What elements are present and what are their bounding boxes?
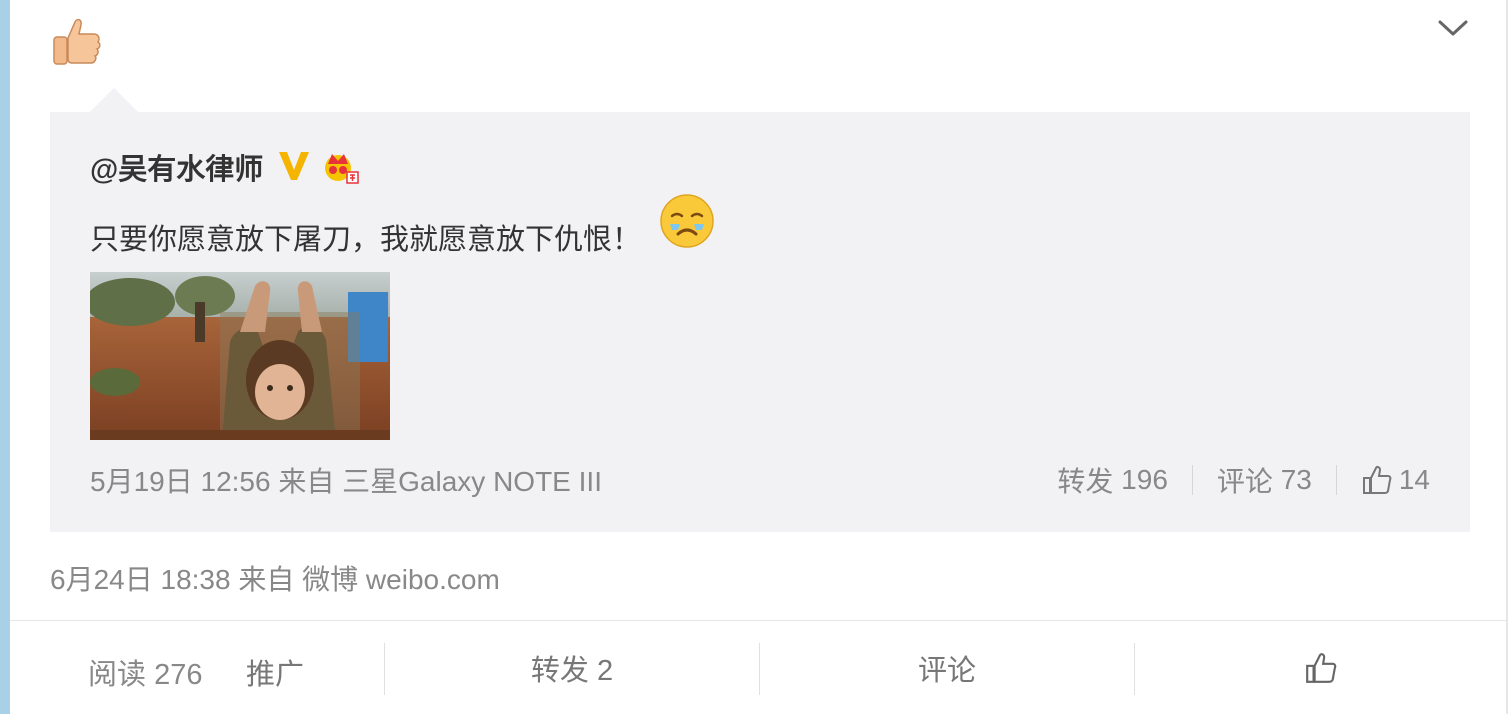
read-label: 阅读: [88, 659, 147, 691]
post-meta: 6月24日 18:38 来自 微博 weibo.com: [50, 558, 500, 598]
post-source[interactable]: 微博 weibo.com: [302, 564, 500, 595]
post-footer: 阅读 276 推广 转发 2 评论: [10, 620, 1506, 715]
post-timestamp[interactable]: 6月24日 18:38: [50, 564, 231, 595]
like-icon: [1305, 653, 1336, 683]
quote-pointer: [90, 88, 138, 112]
left-edge-strip: [0, 0, 10, 714]
quoted-timestamp[interactable]: 5月19日 12:56: [90, 466, 271, 497]
divider: [1191, 465, 1193, 495]
quoted-comment-count: 73: [1280, 464, 1312, 495]
quoted-source[interactable]: 三星Galaxy NOTE III: [342, 466, 602, 497]
quoted-repost-button[interactable]: 转发 196: [1057, 460, 1168, 500]
post-from-label: 来自: [238, 564, 295, 595]
quoted-post-meta: 5月19日 12:56 来自 三星Galaxy NOTE III: [90, 460, 602, 500]
repost-button[interactable]: 转发 2: [385, 621, 759, 715]
quoted-from-label: 来自: [278, 466, 335, 497]
crying-emoji-icon: [660, 194, 714, 248]
read-number: 276: [154, 659, 203, 691]
crown-member-icon[interactable]: [320, 148, 360, 184]
quoted-comment-button[interactable]: 评论 73: [1217, 460, 1312, 500]
chevron-down-icon[interactable]: [1436, 14, 1470, 42]
comment-label: 评论: [917, 655, 976, 687]
repost-label: 转发 2: [530, 655, 614, 687]
quoted-repost-label: 转发: [1057, 466, 1114, 497]
divider: [1335, 465, 1337, 495]
quoted-like-button[interactable]: 14: [1361, 464, 1430, 496]
comment-button[interactable]: 评论: [760, 621, 1134, 715]
quoted-photo[interactable]: [90, 272, 390, 440]
quoted-comment-label: 评论: [1216, 466, 1273, 497]
quoted-post: @吴有水律师 只要你愿意放下屠刀，我就愿意放下仇恨！ 5月19日 12:56 来…: [50, 112, 1470, 532]
quoted-post-text: 只要你愿意放下屠刀，我就愿意放下仇恨！: [90, 224, 642, 256]
read-count: 阅读 276: [88, 651, 202, 693]
thumbs-up-icon: [53, 18, 101, 65]
like-icon: [1362, 465, 1392, 494]
quoted-actions: 转发 196 评论 73 14: [1057, 460, 1430, 500]
quoted-author-link[interactable]: @吴有水律师: [90, 146, 263, 188]
verified-v-icon[interactable]: [276, 148, 312, 184]
quoted-like-count: 14: [1398, 464, 1430, 495]
quoted-repost-count: 196: [1121, 464, 1168, 495]
promote-button[interactable]: 推广: [246, 651, 304, 693]
like-button[interactable]: [1135, 621, 1506, 715]
